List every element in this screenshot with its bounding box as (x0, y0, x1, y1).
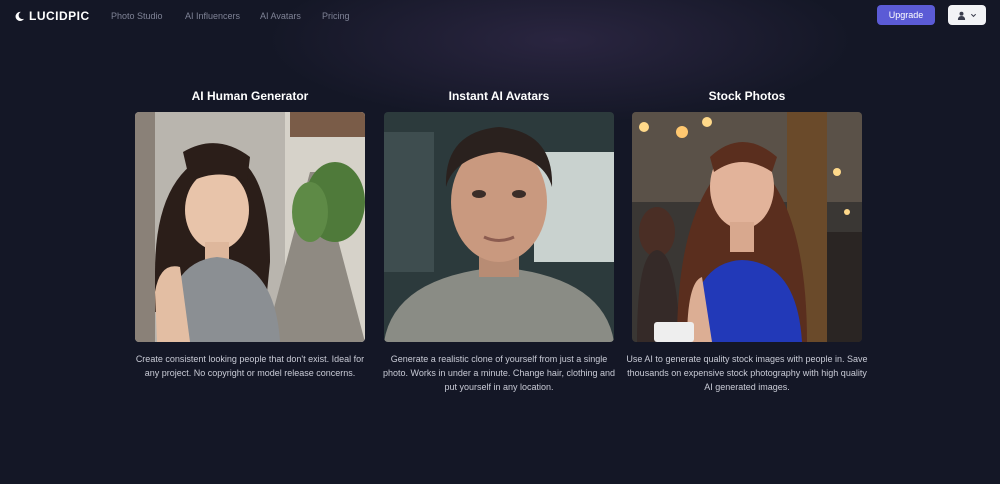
user-icon (957, 11, 966, 20)
card-image-man-portrait (384, 112, 614, 342)
chevron-down-icon (970, 13, 977, 17)
nav-link-pricing[interactable]: Pricing (322, 11, 350, 21)
top-navbar: LUCIDPIC Photo Studio AI Influencers AI … (0, 0, 1000, 32)
card-description: Use AI to generate quality stock images … (626, 354, 868, 392)
card-image-woman-street (135, 112, 365, 342)
card-title: Instant AI Avatars (448, 89, 550, 103)
nav-link-photo-studio[interactable]: Photo Studio (111, 11, 163, 21)
user-menu-button[interactable] (948, 5, 986, 25)
brand-name: LUCIDPIC (29, 9, 90, 23)
card-title: AI Human Generator (191, 89, 309, 103)
feature-card-stock-photos: Stock Photos Use AI to generate quality … (626, 88, 867, 392)
card-title: Stock Photos (708, 89, 786, 103)
upgrade-button[interactable]: Upgrade (877, 5, 935, 25)
feature-card-ai-human-generator: AI Human Generator Create consistent loo… (135, 88, 365, 378)
moon-icon (15, 11, 25, 21)
card-image-woman-cafe (632, 112, 862, 342)
nav-link-ai-influencers[interactable]: AI Influencers (185, 11, 240, 21)
card-description: Create consistent looking people that do… (135, 354, 365, 378)
nav-link-ai-avatars[interactable]: AI Avatars (260, 11, 301, 21)
brand-logo[interactable]: LUCIDPIC (14, 9, 90, 23)
feature-card-instant-ai-avatars: Instant AI Avatars Generate a realistic … (383, 88, 615, 392)
card-description: Generate a realistic clone of yourself f… (383, 354, 615, 392)
